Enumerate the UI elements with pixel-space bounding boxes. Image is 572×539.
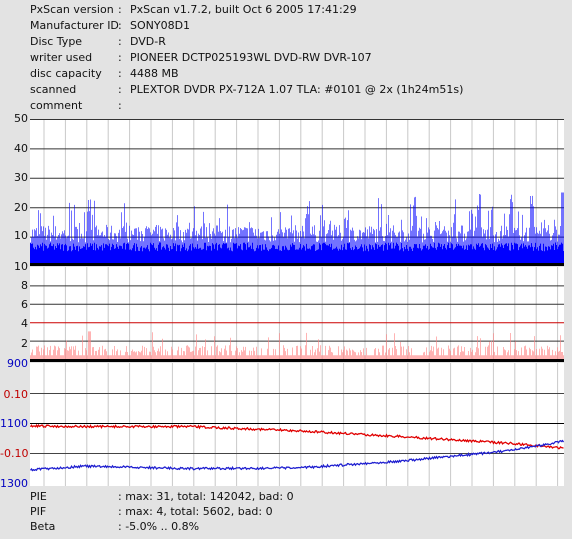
footer-pif-label: PIF bbox=[30, 505, 47, 518]
pie-tick-40: 40 bbox=[14, 142, 28, 155]
pie-chart-svg bbox=[30, 119, 564, 266]
info-separator: : bbox=[118, 67, 122, 80]
beta-chart-svg bbox=[30, 363, 564, 486]
info-separator: : bbox=[118, 51, 122, 64]
scan-info-panel: PxScan version: PxScan v1.7.2, built Oct … bbox=[0, 0, 572, 116]
pif-chart bbox=[30, 267, 564, 362]
info-value: PxScan v1.7.2, built Oct 6 2005 17:41:29 bbox=[130, 3, 357, 16]
info-label: PxScan version bbox=[30, 3, 114, 16]
info-value: DVD-R bbox=[130, 35, 166, 48]
pie-tick-50: 50 bbox=[14, 112, 28, 125]
info-label: scanned bbox=[30, 83, 77, 96]
pif-series bbox=[30, 331, 564, 359]
pif-baseline bbox=[30, 359, 564, 362]
footer-beta-value: : -5.0% .. 0.8% bbox=[118, 520, 200, 533]
info-label: Disc Type bbox=[30, 35, 83, 48]
beta-tick-1100: 1100 bbox=[0, 417, 28, 430]
pie-chart bbox=[30, 119, 564, 266]
beta-series-blue bbox=[30, 439, 564, 472]
info-separator: : bbox=[118, 19, 122, 32]
beta-chart bbox=[30, 363, 564, 486]
pif-tick-2: 2 bbox=[21, 337, 28, 350]
beta-tick-1300: 1300 bbox=[0, 477, 28, 490]
pif-tick-baseline: 10 bbox=[14, 260, 28, 273]
pie-tick-10: 10 bbox=[14, 229, 28, 242]
pie-tick-20: 20 bbox=[14, 201, 28, 214]
pif-tick-8: 8 bbox=[21, 279, 28, 292]
beta-tick--0.10: -0.10 bbox=[0, 447, 29, 460]
beta-tick-0.10: 0.10 bbox=[3, 388, 29, 401]
info-value: PLEXTOR DVDR PX-712A 1.07 TLA: #0101 @ 2… bbox=[130, 83, 464, 96]
info-separator: : bbox=[118, 35, 122, 48]
footer-pif-value: : max: 4, total: 5602, bad: 0 bbox=[118, 505, 273, 518]
pif-tick-6: 6 bbox=[21, 298, 28, 311]
info-value: 4488 MB bbox=[130, 67, 179, 80]
pif-chart-svg bbox=[30, 267, 564, 362]
info-value: PIONEER DCTP025193WL DVD-RW DVR-107 bbox=[130, 51, 372, 64]
pif-tick-4: 4 bbox=[21, 317, 28, 330]
beta-tick-900: 900 bbox=[7, 357, 28, 370]
info-label: comment bbox=[30, 99, 83, 112]
beta-series-red bbox=[30, 423, 564, 450]
info-label: Manufacturer ID bbox=[30, 19, 119, 32]
footer-pie-value: : max: 31, total: 142042, bad: 0 bbox=[118, 490, 294, 503]
info-separator: : bbox=[118, 99, 122, 112]
info-label: disc capacity bbox=[30, 67, 102, 80]
info-separator: : bbox=[118, 83, 122, 96]
info-label: writer used bbox=[30, 51, 93, 64]
pie-tick-30: 30 bbox=[14, 171, 28, 184]
footer-pie-label: PIE bbox=[30, 490, 47, 503]
info-value: SONY08D1 bbox=[130, 19, 191, 32]
info-separator: : bbox=[118, 3, 122, 16]
footer-beta-label: Beta bbox=[30, 520, 56, 533]
pie-baseline bbox=[30, 263, 564, 266]
